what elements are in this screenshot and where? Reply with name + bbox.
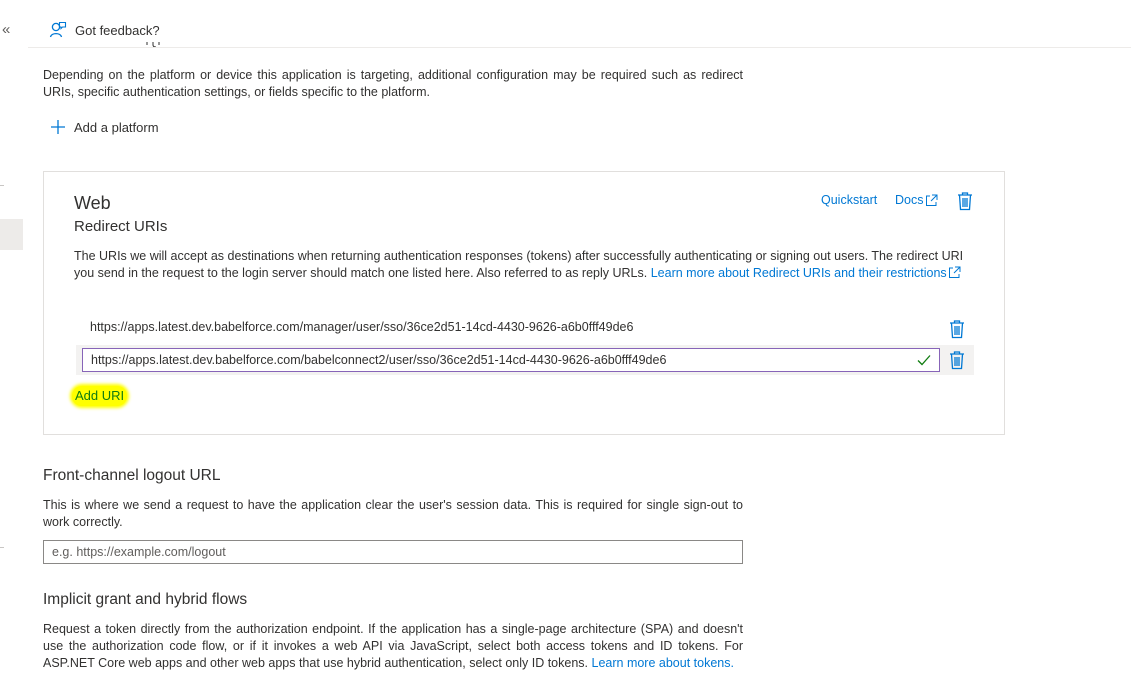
redirect-uris-description: The URIs we will accept as destinations … xyxy=(74,248,974,282)
left-rail-divider xyxy=(0,185,4,186)
external-link-icon xyxy=(925,194,938,207)
redirect-uri-input[interactable]: https://apps.latest.dev.babelforce.com/b… xyxy=(82,348,940,372)
valid-check-icon xyxy=(917,354,931,366)
external-link-icon xyxy=(948,266,961,278)
delete-uri-icon[interactable] xyxy=(948,350,966,370)
docs-link[interactable]: Docs xyxy=(895,193,938,207)
add-platform-label: Add a platform xyxy=(74,119,159,135)
redirect-uris-heading: Redirect URIs xyxy=(74,218,168,235)
collapse-menu-button[interactable]: « xyxy=(2,21,10,38)
feedback-button[interactable]: Got feedback? xyxy=(49,21,160,39)
redirect-uri-value: https://apps.latest.dev.babelforce.com/b… xyxy=(91,353,667,367)
logout-url-input[interactable]: e.g. https://example.com/logout xyxy=(43,540,743,564)
card-title: Web xyxy=(74,193,111,213)
add-platform-button[interactable]: Add a platform xyxy=(50,119,159,135)
platform-description: Depending on the platform or device this… xyxy=(43,68,743,99)
web-platform-card xyxy=(43,171,1005,435)
docs-label: Docs xyxy=(895,193,924,207)
implicit-grant-heading: Implicit grant and hybrid flows xyxy=(43,591,248,608)
logout-url-placeholder: e.g. https://example.com/logout xyxy=(52,545,226,559)
front-channel-logout-heading: Front-channel logout URL xyxy=(43,467,221,484)
implicit-grant-description: Request a token directly from the author… xyxy=(43,621,743,672)
redirect-uri-item[interactable]: https://apps.latest.dev.babelforce.com/m… xyxy=(90,320,633,334)
left-rail-divider xyxy=(0,547,4,548)
learn-more-redirect-uris-link[interactable]: Learn more about Redirect URIs and their… xyxy=(651,266,961,280)
add-uri-link[interactable]: Add URI xyxy=(72,386,128,406)
topbar-divider xyxy=(28,47,1131,48)
feedback-person-icon xyxy=(49,21,67,39)
plus-icon xyxy=(50,119,66,135)
front-channel-logout-description: This is where we send a request to have … xyxy=(43,498,743,529)
delete-uri-icon[interactable] xyxy=(948,319,966,339)
feedback-label: Got feedback? xyxy=(75,22,160,38)
quickstart-link[interactable]: Quickstart xyxy=(821,193,877,207)
delete-platform-icon[interactable] xyxy=(956,191,974,211)
learn-more-tokens-link[interactable]: Learn more about tokens. xyxy=(592,656,734,670)
left-rail-selected-item[interactable] xyxy=(0,219,23,250)
